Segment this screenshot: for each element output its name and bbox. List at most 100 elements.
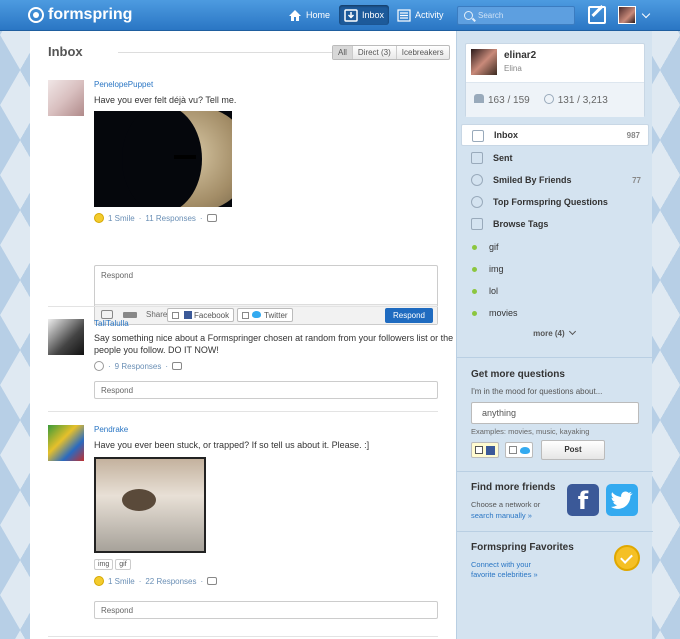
- sidebar-item-sent[interactable]: Sent: [461, 147, 649, 169]
- tag-dot: [472, 311, 477, 316]
- filter-icebreakers[interactable]: Icebreakers: [395, 46, 449, 59]
- logo-text: formspring: [48, 6, 133, 23]
- search-icon: [464, 11, 473, 20]
- twitter-icon: [252, 311, 261, 318]
- asker-avatar[interactable]: [48, 425, 84, 461]
- asker-name[interactable]: Pendrake: [94, 425, 456, 434]
- post-facebook-toggle[interactable]: [471, 442, 499, 458]
- respond-input[interactable]: Respond: [94, 381, 438, 399]
- verified-badge-icon: [614, 545, 640, 571]
- smile-icon: [543, 94, 554, 104]
- nav-activity[interactable]: Activity: [392, 5, 449, 25]
- section-divider: [457, 357, 653, 358]
- smile-icon[interactable]: [94, 361, 104, 371]
- get-questions-title: Get more questions: [471, 369, 565, 380]
- tag-dot: [472, 245, 477, 250]
- question-image[interactable]: [94, 457, 206, 553]
- tag-img[interactable]: img: [94, 559, 114, 570]
- tag-gif[interactable]: gif: [115, 559, 131, 570]
- sidebar-item-inbox[interactable]: Inbox 987: [461, 124, 649, 146]
- search-input[interactable]: Search: [457, 6, 575, 25]
- sidebar-item-label: Browse Tags: [493, 219, 549, 229]
- tag-link-gif[interactable]: gif: [472, 242, 499, 252]
- sidebar: elinar2 Elina 163 / 159 131 / 3,213 Inbo…: [456, 31, 653, 639]
- tag-link-img[interactable]: img: [472, 264, 504, 274]
- nav-inbox[interactable]: Inbox: [339, 5, 390, 25]
- user-avatar[interactable]: [618, 6, 636, 24]
- post-button[interactable]: Post: [541, 440, 605, 460]
- asker-name[interactable]: TaliTalulla: [94, 319, 456, 328]
- question-meta: · 9 Responses ·: [94, 361, 456, 371]
- inbox-icon: [472, 130, 484, 142]
- smile-icon: [471, 174, 483, 186]
- refresh-icon[interactable]: [206, 214, 217, 222]
- refresh-icon[interactable]: [172, 362, 183, 370]
- formspring-logo-icon: [28, 7, 44, 23]
- twitter-checkbox[interactable]: [509, 446, 517, 454]
- nav-home[interactable]: Home: [283, 5, 335, 25]
- activity-icon: [397, 8, 411, 22]
- tag-label: img: [489, 264, 504, 274]
- compose-question-icon[interactable]: [588, 6, 606, 24]
- filter-all[interactable]: All: [333, 46, 352, 59]
- find-friends-text: Choose a network or: [471, 500, 541, 509]
- sidebar-item-top-questions[interactable]: Top Formspring Questions: [461, 191, 649, 213]
- profile-username[interactable]: elinar2: [504, 50, 536, 61]
- facebook-checkbox[interactable]: [172, 312, 179, 319]
- favorites-title: Formspring Favorites: [471, 542, 574, 553]
- nav-activity-label: Activity: [415, 10, 444, 20]
- smiles-stat[interactable]: 131 / 3,213: [543, 94, 608, 106]
- page-title: Inbox: [48, 44, 83, 59]
- gif-icon[interactable]: [123, 312, 137, 318]
- question-image[interactable]: [94, 111, 232, 207]
- twitter-connect-icon[interactable]: [606, 484, 638, 516]
- airplane-silhouette: [174, 155, 196, 159]
- smile-count[interactable]: 1 Smile: [108, 214, 135, 223]
- response-count[interactable]: 22 Responses: [145, 577, 196, 586]
- filter-direct[interactable]: Direct (3): [351, 46, 396, 59]
- respond-input[interactable]: Respond: [94, 601, 438, 619]
- top-bar: formspring Home Inbox Activity Search: [0, 0, 680, 31]
- smile-count[interactable]: 1 Smile: [108, 577, 135, 586]
- camera-icon[interactable]: [101, 310, 113, 319]
- profile-avatar[interactable]: [471, 49, 497, 75]
- asker-avatar[interactable]: [48, 319, 84, 355]
- response-count[interactable]: 9 Responses: [115, 362, 162, 371]
- more-tags-button[interactable]: more (4): [509, 327, 599, 338]
- question-divider: [48, 411, 438, 412]
- people-icon: [474, 94, 484, 103]
- facebook-checkbox[interactable]: [475, 446, 483, 454]
- tag-link-lol[interactable]: lol: [472, 286, 498, 296]
- tag-link-movies[interactable]: movies: [472, 308, 518, 318]
- search-placeholder: Search: [478, 11, 504, 20]
- chevron-down-icon: [568, 327, 576, 336]
- question-divider: [48, 636, 438, 637]
- question-text: Have you ever been stuck, or trapped? If…: [94, 440, 370, 450]
- followers-stat[interactable]: 163 / 159: [474, 94, 530, 106]
- sidebar-item-browse-tags[interactable]: Browse Tags: [461, 213, 649, 235]
- respond-placeholder: Respond: [101, 271, 134, 280]
- refresh-icon[interactable]: [207, 577, 218, 585]
- sidebar-item-smiled-by-friends[interactable]: Smiled By Friends 77: [461, 169, 649, 191]
- twitter-icon: [520, 447, 530, 454]
- topic-examples: Examples: movies, music, kayaking: [471, 427, 590, 436]
- section-divider: [457, 471, 653, 472]
- favorites-link-line2[interactable]: favorite celebrities »: [471, 570, 538, 580]
- asker-name[interactable]: PenelopePuppet: [94, 80, 456, 89]
- question-item: Pendrake Have you ever been stuck, or tr…: [48, 425, 456, 625]
- sidebar-item-label: Sent: [493, 153, 513, 163]
- search-manually-link[interactable]: search manually »: [471, 511, 532, 521]
- facebook-connect-icon[interactable]: f: [567, 484, 599, 516]
- post-twitter-toggle[interactable]: [505, 442, 533, 458]
- formspring-logo[interactable]: formspring: [28, 6, 132, 24]
- respond-box[interactable]: Respond Share Facebook Twitter Respond: [94, 265, 438, 325]
- topic-input[interactable]: anything: [471, 402, 639, 424]
- response-count[interactable]: 11 Responses: [145, 214, 196, 223]
- asker-avatar[interactable]: [48, 80, 84, 116]
- favorites-link-line1[interactable]: Connect with your: [471, 560, 531, 570]
- twitter-checkbox[interactable]: [242, 312, 249, 319]
- smile-icon[interactable]: [94, 213, 104, 223]
- smile-icon[interactable]: [94, 576, 104, 586]
- chevron-down-icon[interactable]: [641, 9, 651, 19]
- inbox-count: 987: [626, 130, 640, 140]
